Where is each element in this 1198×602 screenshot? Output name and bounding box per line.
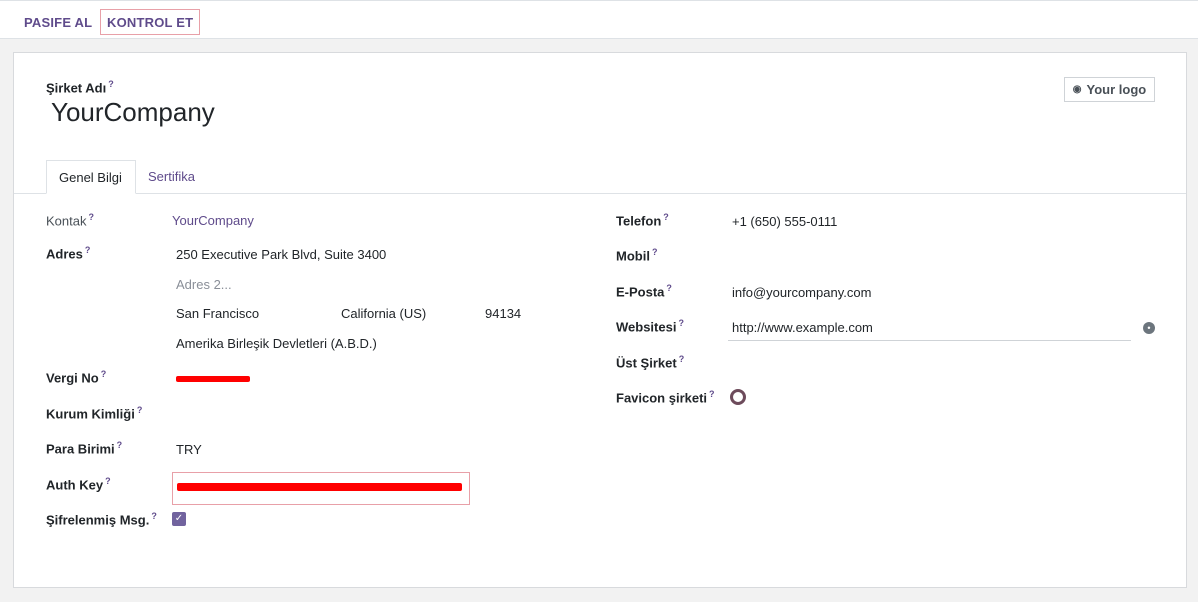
- pasife-al-button[interactable]: PASIFE AL: [17, 9, 99, 35]
- sifre-label-text: Şifrelenmiş Msg.: [46, 512, 150, 528]
- redacted-auth-key: [177, 483, 462, 491]
- company-name-label: Şirket Adı?: [46, 79, 114, 95]
- help-icon[interactable]: ?: [666, 283, 672, 293]
- help-icon[interactable]: ?: [85, 245, 91, 255]
- auth-key-label: Auth Key?: [46, 476, 111, 492]
- favicon-label: Favicon şirketi?: [616, 389, 715, 405]
- tab-genel-bilgi[interactable]: Genel Bilgi: [46, 160, 136, 194]
- kontak-value[interactable]: YourCompany: [172, 213, 254, 228]
- help-icon[interactable]: ?: [151, 511, 157, 521]
- mobil-label-text: Mobil: [616, 248, 650, 264]
- para-birimi-label: Para Birimi?: [46, 440, 122, 456]
- telefon-label: Telefon?: [616, 212, 669, 228]
- adres-label-text: Adres: [46, 246, 83, 262]
- company-name-label-text: Şirket Adı: [46, 80, 107, 96]
- street-field[interactable]: 250 Executive Park Blvd, Suite 3400: [176, 247, 386, 262]
- vergi-label-text: Vergi No: [46, 370, 99, 386]
- sifrelenmis-msg-label: Şifrelenmiş Msg.?: [46, 511, 157, 527]
- help-icon[interactable]: ?: [652, 247, 658, 257]
- help-icon[interactable]: ?: [105, 476, 111, 486]
- form-sheet: Şirket Adı? YourCompany ◉ Your logo Gene…: [13, 52, 1187, 588]
- favicon-label-text: Favicon şirketi: [616, 390, 708, 406]
- kurum-label-text: Kurum Kimliği: [46, 406, 135, 422]
- website-field[interactable]: http://www.example.com: [732, 320, 873, 335]
- website-label-text: Websitesi: [616, 319, 677, 335]
- kontak-label: Kontak?: [46, 212, 94, 228]
- ust-sirket-label: Üst Şirket?: [616, 354, 684, 370]
- para-birimi-value[interactable]: TRY: [176, 442, 202, 457]
- help-icon[interactable]: ?: [117, 440, 123, 450]
- your-logo-button[interactable]: ◉ Your logo: [1064, 77, 1155, 102]
- tab-sertifika[interactable]: Sertifika: [136, 160, 207, 194]
- eposta-field[interactable]: info@yourcompany.com: [732, 285, 871, 300]
- zip-field[interactable]: 94134: [485, 306, 521, 321]
- help-icon[interactable]: ?: [678, 318, 684, 328]
- eposta-label-text: E-Posta: [616, 284, 665, 300]
- redacted-vergi-no[interactable]: [176, 376, 250, 382]
- auth-label-text: Auth Key: [46, 477, 104, 493]
- logo-button-label: Your logo: [1086, 82, 1147, 97]
- globe-icon[interactable]: •: [1143, 322, 1155, 334]
- para-label-text: Para Birimi: [46, 441, 115, 457]
- kontrol-et-button[interactable]: KONTROL ET: [100, 9, 201, 35]
- kurum-kimligi-label: Kurum Kimliği?: [46, 405, 142, 421]
- telefon-label-text: Telefon: [616, 213, 662, 229]
- telefon-field[interactable]: +1 (650) 555-0111: [732, 214, 837, 229]
- city-field[interactable]: San Francisco: [176, 306, 259, 321]
- help-icon[interactable]: ?: [679, 354, 685, 364]
- eposta-label: E-Posta?: [616, 283, 672, 299]
- help-icon[interactable]: ?: [663, 212, 669, 222]
- camera-icon: ◉: [1072, 84, 1082, 95]
- help-icon[interactable]: ?: [101, 369, 107, 379]
- help-icon[interactable]: ?: [108, 79, 114, 89]
- control-panel: PASIFE AL KONTROL ET: [0, 0, 1198, 39]
- street2-field[interactable]: Adres 2...: [176, 277, 232, 292]
- company-name-field[interactable]: YourCompany: [51, 97, 215, 128]
- state-field[interactable]: California (US): [341, 306, 426, 321]
- ust-label-text: Üst Şirket: [616, 355, 677, 371]
- websitesi-label: Websitesi?: [616, 318, 684, 334]
- favicon-image[interactable]: [730, 389, 746, 405]
- help-icon[interactable]: ?: [88, 212, 94, 222]
- mobil-label: Mobil?: [616, 247, 657, 263]
- help-icon[interactable]: ?: [709, 389, 715, 399]
- kontak-label-text: Kontak: [46, 213, 87, 229]
- website-field-underline: [728, 340, 1131, 341]
- adres-label: Adres?: [46, 245, 90, 261]
- vergi-label: Vergi No?: [46, 369, 106, 385]
- help-icon[interactable]: ?: [137, 405, 143, 415]
- sifrelenmis-msg-checkbox[interactable]: ✓: [172, 512, 186, 526]
- country-field[interactable]: Amerika Birleşik Devletleri (A.B.D.): [176, 336, 377, 351]
